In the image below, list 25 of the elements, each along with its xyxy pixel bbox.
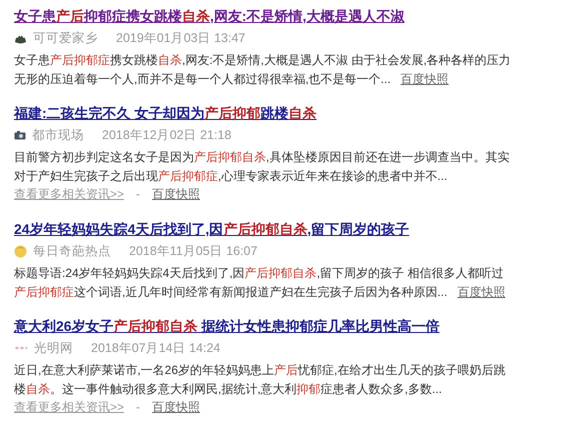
snippet-line: 对于产妇生完孩子之后出现产后抑郁症,心理专家表示近年来在接诊的患者中并不...	[14, 168, 448, 184]
source-name: 都市现场	[32, 127, 84, 144]
publish-date: 2018年12月02日 21:18	[102, 127, 232, 144]
cached-page-link[interactable]: 百度快照	[152, 185, 200, 204]
logo-icon	[14, 344, 28, 352]
cached-page-link[interactable]: 百度快照	[152, 398, 200, 417]
cached-page-link[interactable]: 百度快照	[400, 70, 449, 88]
snippet-line: 产后抑郁症这个词语,近几年时间经常有新闻报道产妇在生完孩子后因为各种原因...	[14, 284, 448, 300]
separator: -	[136, 186, 140, 203]
publish-date: 2018年07月14日 14:24	[91, 340, 220, 357]
snippet-line: 楼自杀。这一事件触动很多意大利网民,据统计,意大利抑郁症患者人数众多,多数...	[14, 380, 442, 398]
separator: -	[136, 399, 140, 416]
snippet-line: 无形的压迫着每一个人,而并不是每一个人都过得很幸福,也不是每一个...	[14, 70, 391, 88]
snippet-line: 近日,在意大利萨莱诺市,一名26岁的年轻妈妈患上产后忧郁症,在给才出生几天的孩子喂奶后跳	[14, 362, 506, 379]
publish-date: 2019年01月03日 13:47	[116, 30, 246, 47]
plant-icon	[14, 32, 27, 44]
source-name: 每日奇葩热点	[33, 243, 111, 260]
cached-page-link[interactable]: 百度快照	[457, 282, 506, 301]
snippet-line: 标题导语:24岁年轻妈妈失踪4天后找到了,因产后抑郁自杀,留下周岁的孩子 相信很多人都听过	[14, 265, 504, 282]
camera-icon	[14, 130, 26, 140]
snippet-line: 女子患产后抑郁症携女跳楼自杀,网友:不是矫情,大概是遇人不淑 由于社会发展,各种各样的压力	[14, 52, 511, 69]
publish-date: 2018年11月05日 16:07	[129, 243, 258, 260]
source-name: 可可爱家乡	[33, 30, 98, 47]
source-name: 光明网	[34, 340, 73, 357]
snippet-line: 目前警方初步判定这名女子是因为产后抑郁自杀,具体坠楼原因目前还在进一步调查当中。其实	[14, 149, 510, 166]
